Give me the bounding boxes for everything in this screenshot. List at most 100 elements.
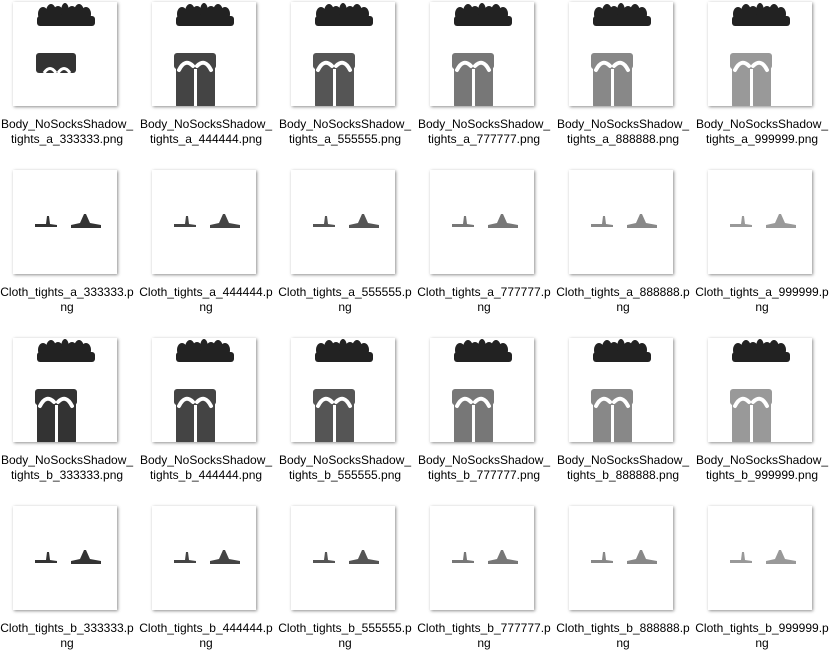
file-name-label: Cloth_tights_a_333333.png	[0, 285, 134, 314]
file-thumbnail[interactable]	[708, 170, 812, 274]
file-grid: Body_NoSocksShadow_tights_a_333333.png Bo…	[0, 0, 840, 672]
file-item-body[interactable]: Body_NoSocksShadow_tights_a_444444.png	[139, 2, 272, 162]
tights-shape	[35, 389, 77, 442]
file-item-cloth[interactable]: Cloth_tights_b_444444.png	[139, 506, 273, 666]
file-item-body[interactable]: Body_NoSocksShadow_tights_a_333333.png	[0, 2, 133, 162]
thumbnail-image	[591, 3, 651, 106]
thumbnail-image	[35, 550, 101, 564]
file-item-cloth[interactable]: Cloth_tights_a_333333.png	[0, 170, 134, 330]
hands-shape	[593, 3, 651, 26]
file-name-label: Body_NoSocksShadow_tights_a_777777.png	[417, 117, 551, 146]
cloth-shape	[35, 214, 101, 228]
file-thumbnail[interactable]	[430, 170, 534, 274]
file-thumbnail[interactable]	[13, 338, 117, 442]
file-name-label: Cloth_tights_a_999999.png	[695, 285, 829, 314]
file-item-cloth[interactable]: Cloth_tights_a_444444.png	[139, 170, 273, 330]
file-item-cloth[interactable]: Cloth_tights_a_999999.png	[695, 170, 829, 330]
cloth-shape	[313, 214, 379, 228]
cloth-shape	[730, 214, 796, 228]
cloth-shape	[313, 550, 379, 564]
file-item-body[interactable]: Body_NoSocksShadow_tights_a_888888.png	[556, 2, 689, 162]
thumbnail-image	[35, 214, 101, 228]
file-name-label: Body_NoSocksShadow_tights_a_999999.png	[695, 117, 829, 146]
file-thumbnail[interactable]	[708, 506, 812, 610]
file-name-label: Cloth_tights_a_444444.png	[139, 285, 273, 314]
file-thumbnail[interactable]	[291, 170, 395, 274]
file-thumbnail[interactable]	[569, 506, 673, 610]
file-item-body[interactable]: Body_NoSocksShadow_tights_b_555555.png	[278, 338, 411, 498]
file-item-body[interactable]: Body_NoSocksShadow_tights_b_999999.png	[695, 338, 828, 498]
file-thumbnail[interactable]	[13, 2, 117, 106]
tights-shape	[174, 389, 216, 442]
file-name-label: Cloth_tights_b_999999.png	[695, 621, 829, 650]
file-item-cloth[interactable]: Cloth_tights_a_555555.png	[278, 170, 412, 330]
file-thumbnail[interactable]	[13, 506, 117, 610]
thumbnail-image	[730, 3, 790, 106]
file-item-cloth[interactable]: Cloth_tights_b_888888.png	[556, 506, 690, 666]
thumbnail-image	[313, 339, 373, 442]
thumbnail-image	[174, 339, 234, 442]
thumbnail-image	[730, 339, 790, 442]
cloth-shape	[591, 214, 657, 228]
file-thumbnail[interactable]	[152, 506, 256, 610]
file-item-cloth[interactable]: Cloth_tights_b_555555.png	[278, 506, 412, 666]
thumbnail-image	[35, 339, 95, 442]
cloth-shape	[174, 214, 240, 228]
thumbnail-image	[313, 214, 379, 228]
file-thumbnail[interactable]	[430, 338, 534, 442]
file-name-label: Body_NoSocksShadow_tights_b_888888.png	[556, 453, 690, 482]
file-name-label: Body_NoSocksShadow_tights_b_999999.png	[695, 453, 829, 482]
thumbnail-image	[591, 339, 651, 442]
file-name-label: Cloth_tights_b_333333.png	[0, 621, 134, 650]
cloth-shape	[730, 550, 796, 564]
file-name-label: Body_NoSocksShadow_tights_b_333333.png	[0, 453, 134, 482]
file-thumbnail[interactable]	[430, 2, 534, 106]
file-item-cloth[interactable]: Cloth_tights_b_999999.png	[695, 506, 829, 666]
file-thumbnail[interactable]	[152, 170, 256, 274]
file-item-cloth[interactable]: Cloth_tights_b_333333.png	[0, 506, 134, 666]
file-thumbnail[interactable]	[569, 170, 673, 274]
file-name-label: Cloth_tights_a_555555.png	[278, 285, 412, 314]
thumbnail-image	[313, 550, 379, 564]
tights-shape	[36, 53, 76, 74]
hands-shape	[454, 339, 512, 362]
file-name-label: Body_NoSocksShadow_tights_b_555555.png	[278, 453, 412, 482]
file-thumbnail[interactable]	[569, 338, 673, 442]
file-thumbnail[interactable]	[708, 338, 812, 442]
hands-shape	[454, 3, 512, 26]
thumbnail-image	[174, 214, 240, 228]
cloth-shape	[452, 214, 518, 228]
file-name-label: Cloth_tights_a_777777.png	[417, 285, 551, 314]
file-thumbnail[interactable]	[291, 2, 395, 106]
hands-shape	[37, 339, 95, 362]
file-item-body[interactable]: Body_NoSocksShadow_tights_b_444444.png	[139, 338, 272, 498]
file-name-label: Cloth_tights_b_777777.png	[417, 621, 551, 650]
file-item-cloth[interactable]: Cloth_tights_a_888888.png	[556, 170, 690, 330]
cloth-shape	[35, 550, 101, 564]
file-item-body[interactable]: Body_NoSocksShadow_tights_a_777777.png	[417, 2, 550, 162]
hands-shape	[315, 339, 373, 362]
thumbnail-image	[730, 214, 796, 228]
file-thumbnail[interactable]	[291, 338, 395, 442]
file-item-cloth[interactable]: Cloth_tights_b_777777.png	[417, 506, 551, 666]
hands-shape	[37, 3, 95, 26]
file-thumbnail[interactable]	[708, 2, 812, 106]
file-item-body[interactable]: Body_NoSocksShadow_tights_b_777777.png	[417, 338, 550, 498]
file-name-label: Cloth_tights_b_555555.png	[278, 621, 412, 650]
hands-shape	[593, 339, 651, 362]
hands-shape	[176, 339, 234, 362]
file-thumbnail[interactable]	[152, 338, 256, 442]
file-thumbnail[interactable]	[569, 2, 673, 106]
file-item-body[interactable]: Body_NoSocksShadow_tights_b_333333.png	[0, 338, 133, 498]
file-item-body[interactable]: Body_NoSocksShadow_tights_a_555555.png	[278, 2, 411, 162]
file-item-cloth[interactable]: Cloth_tights_a_777777.png	[417, 170, 551, 330]
thumbnail-image	[452, 550, 518, 564]
thumbnail-image	[36, 3, 95, 74]
file-item-body[interactable]: Body_NoSocksShadow_tights_a_999999.png	[695, 2, 828, 162]
file-item-body[interactable]: Body_NoSocksShadow_tights_b_888888.png	[556, 338, 689, 498]
file-thumbnail[interactable]	[430, 506, 534, 610]
file-thumbnail[interactable]	[291, 506, 395, 610]
file-thumbnail[interactable]	[152, 2, 256, 106]
file-thumbnail[interactable]	[13, 170, 117, 274]
file-name-label: Body_NoSocksShadow_tights_b_444444.png	[139, 453, 273, 482]
